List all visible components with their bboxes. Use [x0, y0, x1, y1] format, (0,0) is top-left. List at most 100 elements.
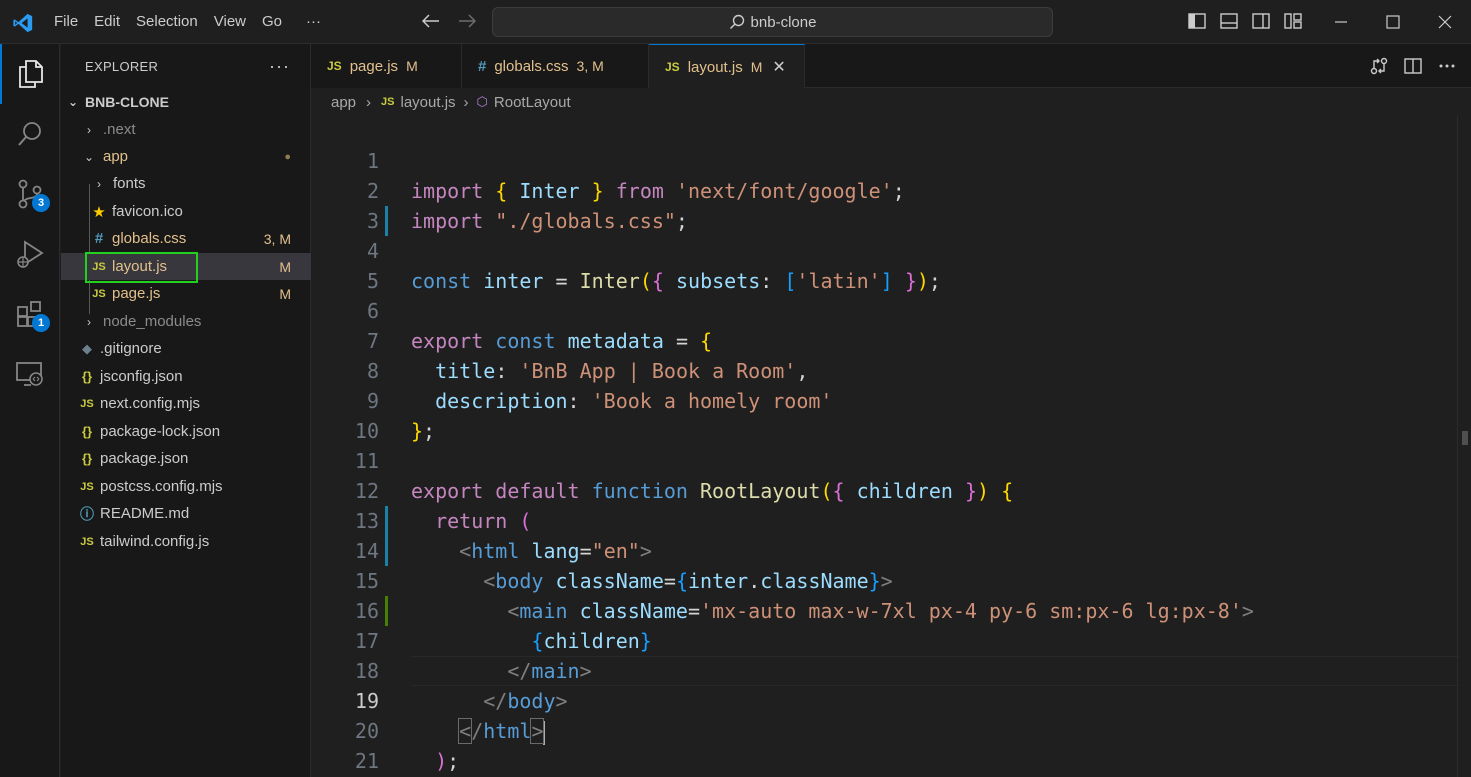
js-file-icon: JS — [80, 535, 94, 548]
breadcrumb: app › JS layout.js › ⬡ RootLayout — [311, 88, 1471, 116]
git-status-badge: 3, M — [263, 230, 291, 247]
search-icon — [729, 14, 744, 30]
search-activity[interactable] — [0, 104, 60, 164]
explorer-header: EXPLORER ··· — [61, 44, 310, 88]
menu-file[interactable]: File — [46, 0, 86, 44]
css-file-icon: # — [94, 230, 104, 247]
tree-item-readme[interactable]: ⓘ README.md — [61, 500, 311, 527]
info-icon: ⓘ — [80, 505, 94, 522]
tab-label: globals.css — [494, 57, 569, 75]
menu-view[interactable]: View — [206, 0, 254, 44]
code-editor[interactable]: 1 import { Inter } from 'next/font/googl… — [311, 116, 1471, 777]
scrollbar-thumb[interactable] — [1462, 431, 1468, 445]
chevron-right-icon: › — [87, 122, 91, 137]
vertical-scrollbar[interactable] — [1457, 116, 1471, 777]
tree-item-postcss-config[interactable]: JS postcss.config.mjs — [61, 473, 311, 500]
tree-item-label: package-lock.json — [100, 423, 221, 440]
js-file-icon: JS — [80, 397, 94, 410]
tab-globals-css[interactable]: # globals.css 3, M — [462, 44, 649, 88]
forward-arrow-icon[interactable] — [456, 10, 478, 32]
chevron-right-icon: › — [366, 93, 372, 111]
split-editor-icon[interactable] — [1403, 56, 1423, 76]
tree-item-tailwind-config[interactable]: JS tailwind.config.js — [61, 528, 311, 555]
breadcrumb-folder[interactable]: app — [331, 94, 356, 111]
menu-more[interactable]: ··· — [298, 0, 329, 44]
menu-selection[interactable]: Selection — [128, 0, 206, 44]
code-line: 6 export const metadata = { — [311, 266, 1451, 353]
code-line: 4 const inter = Inter({ subsets: ['latin… — [311, 206, 1451, 293]
toggle-primary-sidebar-icon[interactable] — [1187, 11, 1207, 31]
tree-item-label: jsconfig.json — [100, 368, 183, 385]
toggle-panel-icon[interactable] — [1219, 11, 1239, 31]
remote-explorer-icon — [16, 362, 43, 386]
tree-item-favicon[interactable]: ★ favicon.ico — [61, 198, 311, 225]
tree-item-next-config[interactable]: JS next.config.mjs — [61, 390, 311, 417]
tree-item-label: app — [103, 148, 129, 165]
explorer-more-actions[interactable]: ··· — [269, 56, 290, 77]
code-line: 11 export default function RootLayout({ … — [311, 416, 1451, 503]
tree-item-gitignore[interactable]: ◆ .gitignore — [61, 335, 311, 362]
tree-item-package-json[interactable]: {} package.json — [61, 445, 311, 472]
code-line: 7 title: 'BnB App | Book a Room', — [311, 296, 1451, 383]
navigation-arrows — [420, 10, 478, 32]
toggle-secondary-sidebar-icon[interactable] — [1251, 11, 1271, 31]
tree-item-node-modules[interactable]: › node_modules — [61, 308, 311, 335]
menu-go[interactable]: Go — [254, 0, 290, 44]
explorer-title: EXPLORER — [85, 58, 159, 74]
more-actions-icon[interactable] — [1437, 56, 1457, 76]
js-file-icon: JS — [327, 59, 342, 73]
menu-edit[interactable]: Edit — [86, 0, 128, 44]
close-window-icon[interactable] — [1419, 0, 1471, 44]
js-file-icon: JS — [381, 96, 395, 108]
tab-layout-js[interactable]: JS layout.js M ✕ — [649, 44, 805, 89]
maximize-icon[interactable] — [1367, 0, 1419, 44]
project-root[interactable]: ⌄ BNB-CLONE — [61, 88, 311, 115]
git-status-badge: M — [279, 285, 291, 302]
tree-item-fonts[interactable]: › fonts — [61, 170, 311, 197]
git-status-badge: M — [279, 258, 291, 275]
code-line: 2 import "./globals.css"; — [311, 146, 1451, 233]
explorer-activity[interactable] — [0, 44, 60, 104]
run-debug-icon — [17, 240, 44, 268]
code-line: 5 — [311, 236, 1451, 293]
vscode-logo-icon[interactable] — [12, 12, 34, 34]
files-icon — [19, 60, 43, 88]
back-arrow-icon[interactable] — [420, 10, 442, 32]
tree-item-label: package.json — [100, 450, 189, 467]
breadcrumb-symbol[interactable]: RootLayout — [494, 94, 571, 111]
run-debug-activity[interactable] — [0, 224, 60, 284]
layout-controls — [1187, 11, 1303, 31]
tree-item-package-lock[interactable]: {} package-lock.json — [61, 418, 311, 445]
code-line: 9 }; — [311, 356, 1451, 443]
tree-item-page-js[interactable]: JS page.js M — [61, 280, 311, 307]
code-line: 10 — [311, 386, 1451, 443]
selection-highlight-box — [85, 252, 198, 283]
chevron-down-icon: ⌄ — [67, 94, 79, 109]
modified-dot: ● — [284, 150, 291, 163]
chevron-right-icon: › — [463, 93, 469, 111]
command-center-text: bnb-clone — [750, 13, 817, 31]
close-tab-icon[interactable]: ✕ — [772, 57, 785, 77]
tree-item-label: .gitignore — [100, 340, 162, 357]
code-line: 20 ); — [311, 686, 1451, 773]
source-control-activity[interactable]: 3 — [0, 164, 60, 224]
css-file-icon: # — [478, 57, 487, 75]
tab-page-js[interactable]: JS page.js M — [311, 44, 462, 88]
extensions-activity[interactable]: 1 — [0, 284, 60, 344]
compare-changes-icon[interactable] — [1369, 56, 1389, 76]
command-center-search[interactable]: bnb-clone — [492, 7, 1053, 37]
tab-label: layout.js — [687, 58, 743, 76]
remote-explorer-activity[interactable] — [0, 344, 60, 404]
tree-item-label: .next — [103, 121, 136, 138]
minimize-icon[interactable] — [1315, 0, 1367, 44]
code-line-current: 19 </html> — [311, 656, 1451, 745]
breadcrumb-file[interactable]: layout.js — [401, 94, 456, 111]
tree-item-jsconfig[interactable]: {} jsconfig.json — [61, 363, 311, 390]
code-line: 21 } — [311, 716, 1451, 773]
explorer-sidebar: EXPLORER ··· ⌄ BNB-CLONE › .next ⌄ app ●… — [61, 44, 311, 777]
chevron-down-icon: ⌄ — [83, 149, 95, 164]
tree-item-next[interactable]: › .next — [61, 116, 311, 143]
customize-layout-icon[interactable] — [1283, 11, 1303, 31]
tree-item-app[interactable]: ⌄ app ● — [61, 143, 311, 170]
tree-item-globals-css[interactable]: # globals.css 3, M — [61, 225, 311, 252]
